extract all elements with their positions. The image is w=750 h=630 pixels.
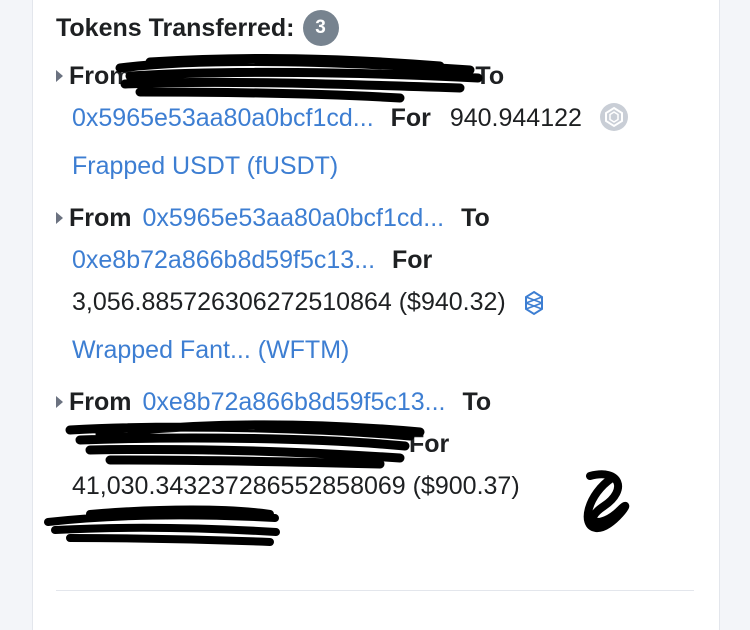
amount-value: 41,030.343237286552858069 ($900.37)	[72, 472, 520, 500]
from-address-link[interactable]: 0x5965e53aa80a0bcf1cd...	[142, 204, 444, 232]
from-address-link[interactable]	[138, 55, 468, 97]
for-label: For	[390, 104, 431, 132]
from-label: From	[69, 204, 132, 232]
transfer-to-line: For	[56, 423, 696, 465]
section-divider	[56, 590, 694, 591]
transfer-item: From 0x5965e53aa80a0bcf1cd... To 0xe8b72…	[56, 197, 696, 371]
token-name-link[interactable]: Frapped USDT (fUSDT)	[72, 152, 338, 180]
to-address-link[interactable]	[72, 423, 402, 465]
to-label: To	[475, 62, 505, 90]
from-label: From	[69, 62, 132, 90]
transfer-item: From 0xe8b72a866b8d59f5c13... To For 41,…	[56, 381, 696, 507]
amount-line: 3,056.885726306272510864 ($940.32)	[56, 281, 696, 329]
tokens-transferred-header: Tokens Transferred: 3	[56, 10, 339, 46]
transfer-from-line: From 0xe8b72a866b8d59f5c13... To	[56, 381, 696, 423]
from-label: From	[69, 388, 132, 416]
transfer-count-badge: 3	[302, 10, 339, 46]
transfer-to-line: 0x5965e53aa80a0bcf1cd... For 940.944122	[56, 97, 696, 145]
section-title: Tokens Transferred:	[56, 13, 295, 42]
amount-value: 940.944122	[449, 104, 582, 132]
for-label: For	[408, 430, 450, 458]
to-address-link[interactable]: 0x5965e53aa80a0bcf1cd...	[72, 104, 374, 132]
token-name-link[interactable]: Wrapped Fant... (WFTM)	[72, 336, 349, 364]
token-line: Wrapped Fant... (WFTM)	[56, 329, 696, 371]
token-line: Frapped USDT (fUSDT)	[56, 145, 696, 187]
transfer-to-line: 0xe8b72a866b8d59f5c13... For	[56, 239, 696, 281]
transfer-from-line: From 0x5965e53aa80a0bcf1cd... To	[56, 197, 696, 239]
transfer-item: From To 0x5965e53aa80a0bcf1cd... For 940…	[56, 55, 696, 187]
expand-caret-icon[interactable]	[56, 70, 63, 82]
expand-caret-icon[interactable]	[56, 212, 63, 224]
token-placeholder-icon	[599, 102, 629, 145]
fantom-icon	[523, 287, 545, 329]
transfer-from-line: From To	[56, 55, 696, 97]
to-label: To	[462, 388, 492, 416]
expand-caret-icon[interactable]	[56, 396, 63, 408]
from-address-link[interactable]: 0xe8b72a866b8d59f5c13...	[142, 388, 445, 416]
for-label: For	[392, 246, 433, 274]
amount-line: 41,030.343237286552858069 ($900.37)	[56, 465, 696, 507]
amount-value: 3,056.885726306272510864 ($940.32)	[72, 288, 506, 316]
to-label: To	[461, 204, 490, 232]
to-address-link[interactable]: 0xe8b72a866b8d59f5c13...	[72, 246, 375, 274]
